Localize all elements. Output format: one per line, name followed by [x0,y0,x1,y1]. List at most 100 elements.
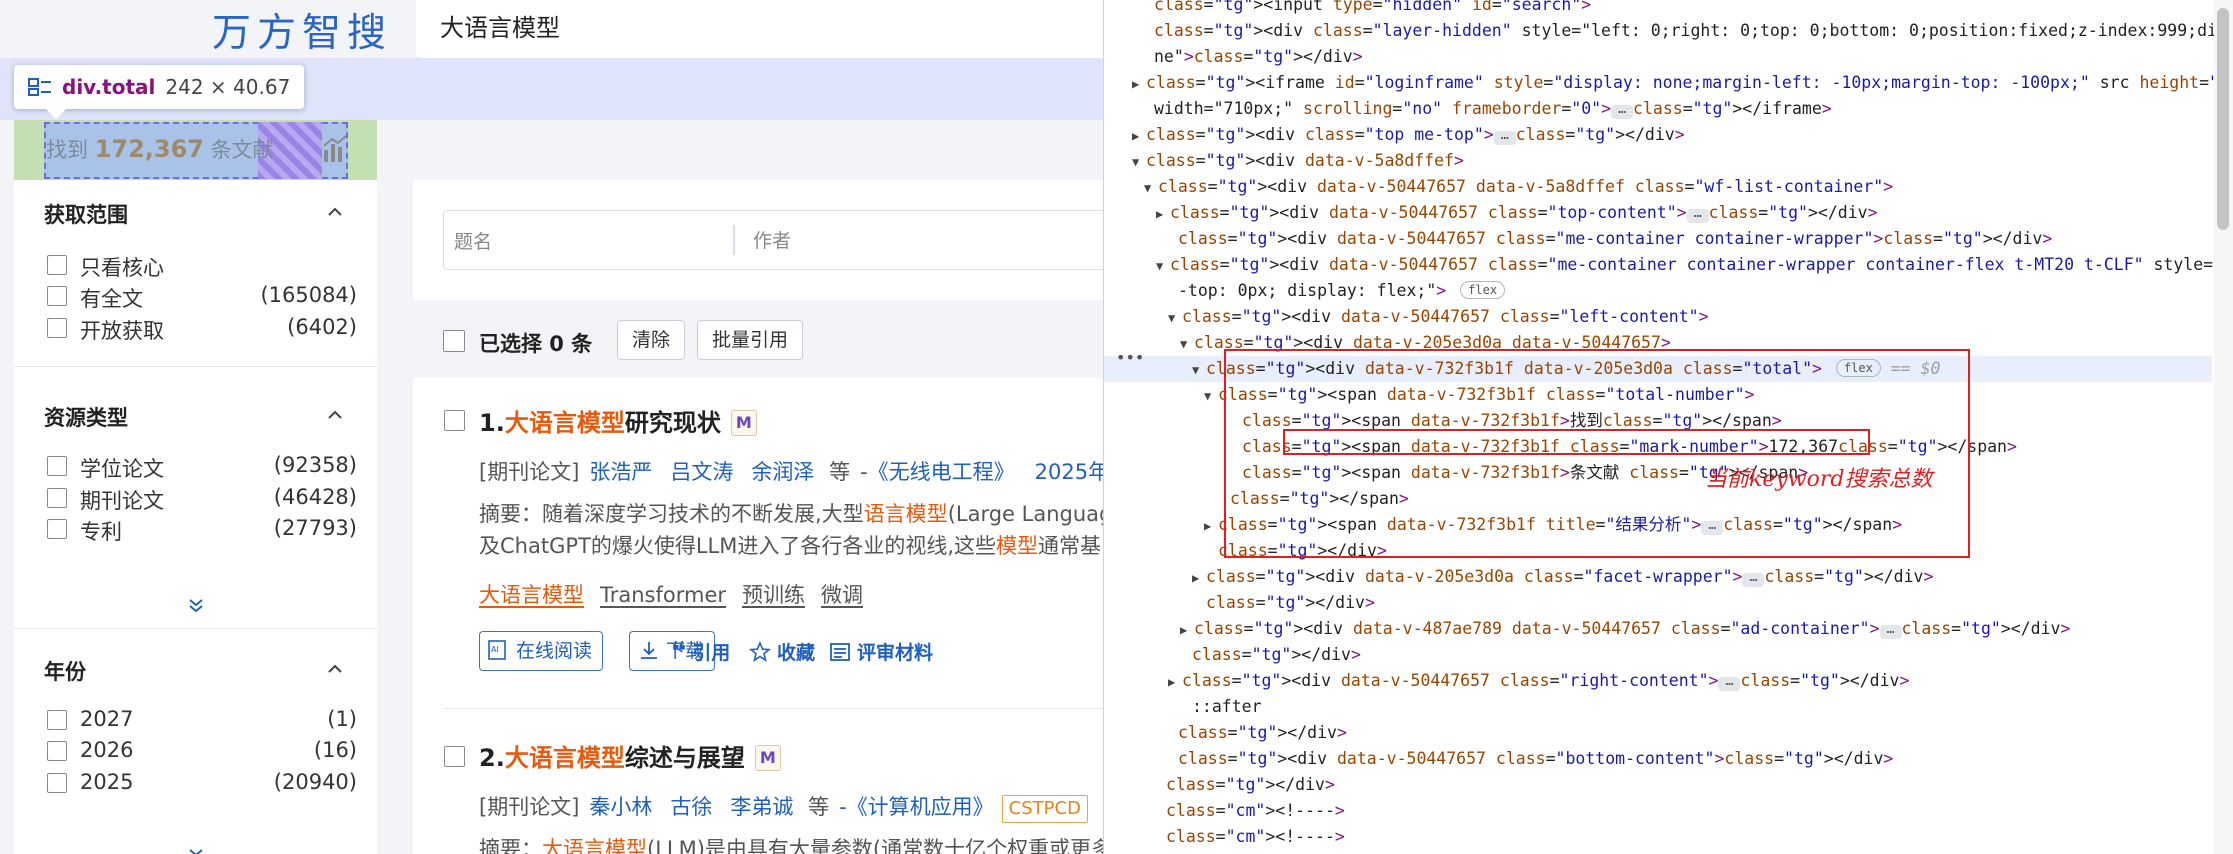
dom-node-line[interactable]: class="tg"><input type="hidden" id="sear… [1104,0,2212,18]
facet-option[interactable]: 有全文 (165084) [47,283,357,311]
expand-more-icon[interactable] [187,596,205,614]
dom-node-line[interactable]: ▼ class="tg"><div data-v-50447657 class="… [1104,252,2233,279]
keyword-link[interactable]: 预训练 [742,583,805,607]
dom-node-line[interactable]: ▶ class="tg"><iframe id="loginframe" styl… [1104,70,2233,97]
dom-node-line[interactable]: class="tg"></div> [1104,720,2212,746]
author-link[interactable]: 张浩严 [589,460,652,484]
dom-node-line[interactable]: ne">class="tg"></div> [1104,44,2212,70]
checkbox[interactable] [47,488,67,508]
dom-node-line[interactable]: ▼ class="tg"><span data-v-732f3b1f class=… [1104,382,2212,408]
dom-node-line[interactable]: class="tg"></div> [1104,772,2212,798]
year-link[interactable]: 2025年 [1035,460,1103,484]
dom-node-line[interactable]: ▶ class="tg"><div data-v-487ae789 data-v-… [1104,616,2212,642]
keyword-link[interactable]: 大语言模型 [479,583,584,607]
chevron-up-icon[interactable] [327,661,343,677]
expand-triangle-icon[interactable]: ▶ [1204,513,1218,539]
checkbox[interactable] [47,519,67,539]
dom-node-line[interactable]: class="tg"></div> [1104,590,2212,616]
search-input[interactable]: 大语言模型 [416,0,1103,58]
expand-triangle-icon[interactable]: ▶ [1132,71,1146,97]
checkbox[interactable] [47,456,67,476]
dom-node-line[interactable]: class="tg"></span> [1104,486,2212,512]
author-link[interactable]: 秦小林 [589,795,652,819]
expand-triangle-icon[interactable]: ▶ [1168,669,1182,695]
dom-node-line[interactable]: ▶ class="tg"><span data-v-732f3b1f title=… [1104,512,2212,538]
dom-node-line[interactable]: ▶ class="tg"><div data-v-50447657 class="… [1104,200,2212,226]
batch-cite-button[interactable]: 批量引用 [697,320,804,360]
keyword-link[interactable]: 微调 [821,583,863,607]
result-title[interactable]: 2.大语言模型综述与展望 M [479,738,781,773]
facet-option[interactable]: 只看核心 [47,252,357,280]
dom-node-line[interactable]: class="tg"></div> [1104,642,2212,668]
wanfang-logo[interactable]: 万方智搜 [212,2,392,58]
keyword-link[interactable]: Transformer [600,583,726,607]
cite-button[interactable]: ❝ 引用 [671,638,730,665]
checkbox[interactable] [47,318,67,338]
source-link[interactable]: -《计算机应用》 [839,795,994,819]
node-options-icon[interactable]: ••• [1116,348,1144,367]
chevron-up-icon[interactable] [327,407,343,423]
devtools-scrollbar[interactable] [2214,0,2233,854]
dom-node-line[interactable]: class="tg"></div> [1104,538,2212,564]
result-checkbox[interactable] [444,746,465,767]
facet-option[interactable]: 开放获取 (6402) [47,315,357,343]
collapse-triangle-icon[interactable]: ▼ [1132,149,1146,175]
dom-node-line[interactable]: ::after [1104,694,2212,720]
expand-triangle-icon[interactable]: ▶ [1156,201,1170,227]
collapse-triangle-icon[interactable]: ▼ [1180,331,1194,357]
collapse-triangle-icon[interactable]: ▼ [1144,175,1158,201]
expand-triangle-icon[interactable]: ▶ [1192,565,1206,591]
dom-node-line[interactable]: class="cm"><!----> [1104,798,2212,824]
author-link[interactable]: 李弟诚 [730,795,793,819]
dom-node-line[interactable]: ▼ class="tg"><div data-v-5a8dffef> [1104,148,2212,174]
facet-option[interactable]: 学位论文 (92358) [47,453,357,481]
checkbox[interactable] [47,741,67,761]
author-link[interactable]: 吕文涛 [670,460,733,484]
online-read-button[interactable]: AI 在线阅读 [479,631,604,671]
expand-triangle-icon[interactable]: ▶ [1132,123,1146,149]
expand-triangle-icon[interactable]: ▶ [1180,617,1194,643]
clear-button[interactable]: 清除 [617,320,686,360]
dom-node-line[interactable]: class="tg"><span data-v-732f3b1f class="… [1104,434,2212,460]
dom-node-line[interactable]: ▶ class="tg"><div class="top me-top">… cla… [1104,122,2212,148]
collapse-triangle-icon[interactable]: ▼ [1168,305,1182,331]
dom-node-selected[interactable]: ▼ class="tg"><div data-v-732f3b1f data-v-… [1104,356,2212,382]
dom-node-line[interactable]: ▼ class="tg"><div data-v-50447657 class="… [1104,304,2212,330]
author-link[interactable]: 古徐 [670,795,712,819]
checkbox[interactable] [47,286,67,306]
dom-node-line[interactable]: width="710px;" scrolling="no" frameborde… [1104,96,2212,122]
scrollbar-thumb[interactable] [2217,8,2229,230]
collapse-triangle-icon[interactable]: ▼ [1192,357,1206,383]
result-title[interactable]: 1.大语言模型研究现状 M [479,403,757,438]
checkbox[interactable] [47,255,67,275]
result-checkbox[interactable] [444,410,465,431]
dom-node-line[interactable]: class="cm"><!----> [1104,824,2212,850]
dom-node-line[interactable]: ▶ class="tg"><div data-v-205e3d0a class="… [1104,564,2212,590]
facet-option[interactable]: 2026 (16) [47,738,357,764]
facet-option[interactable]: 期刊论文 (46428) [47,485,357,513]
facet-option[interactable]: 2027 (1) [47,707,357,733]
dom-node-line[interactable]: class="tg"><div data-v-50447657 class="m… [1104,226,2212,252]
dom-node-line[interactable]: class="tg"><span data-v-732f3b1f>条文献 cla… [1104,460,2212,486]
dom-node-line[interactable]: ▼ class="tg"><div data-v-50447657 data-v-… [1104,174,2212,200]
facet-option[interactable]: 2025 (20940) [47,770,357,796]
chevron-up-icon[interactable] [327,204,343,220]
dom-node-line[interactable]: class="tg"><span data-v-732f3b1f>找到class… [1104,408,2212,434]
expand-more-icon[interactable] [187,846,205,854]
collapse-triangle-icon[interactable]: ▼ [1204,383,1218,409]
favorite-button[interactable]: 收藏 [749,638,815,665]
select-all-checkbox[interactable] [443,330,465,352]
facet-option[interactable]: 专利 (27793) [47,516,357,544]
source-link[interactable]: -《无线电工程》 [860,460,1015,484]
collapse-triangle-icon[interactable]: ▼ [1156,253,1170,279]
checkbox[interactable] [47,710,67,730]
dom-node-line[interactable]: class="tg"><div class="layer-hidden" sty… [1104,18,2233,44]
dom-node-line[interactable]: -top: 0px; display: flex;"> flex [1104,278,2212,304]
dom-node-line[interactable]: ▼ class="tg"><div data-v-205e3d0a data-v-… [1104,330,2212,356]
review-material-button[interactable]: 评审材料 [829,638,933,665]
author-field[interactable]: 作者 [753,226,791,253]
checkbox[interactable] [47,773,67,793]
dom-node-line[interactable]: ▶ class="tg"><div data-v-50447657 class="… [1104,668,2212,694]
author-link[interactable]: 余润泽 [751,460,814,484]
dom-node-line[interactable]: class="tg"><div data-v-50447657 class="b… [1104,746,2212,772]
